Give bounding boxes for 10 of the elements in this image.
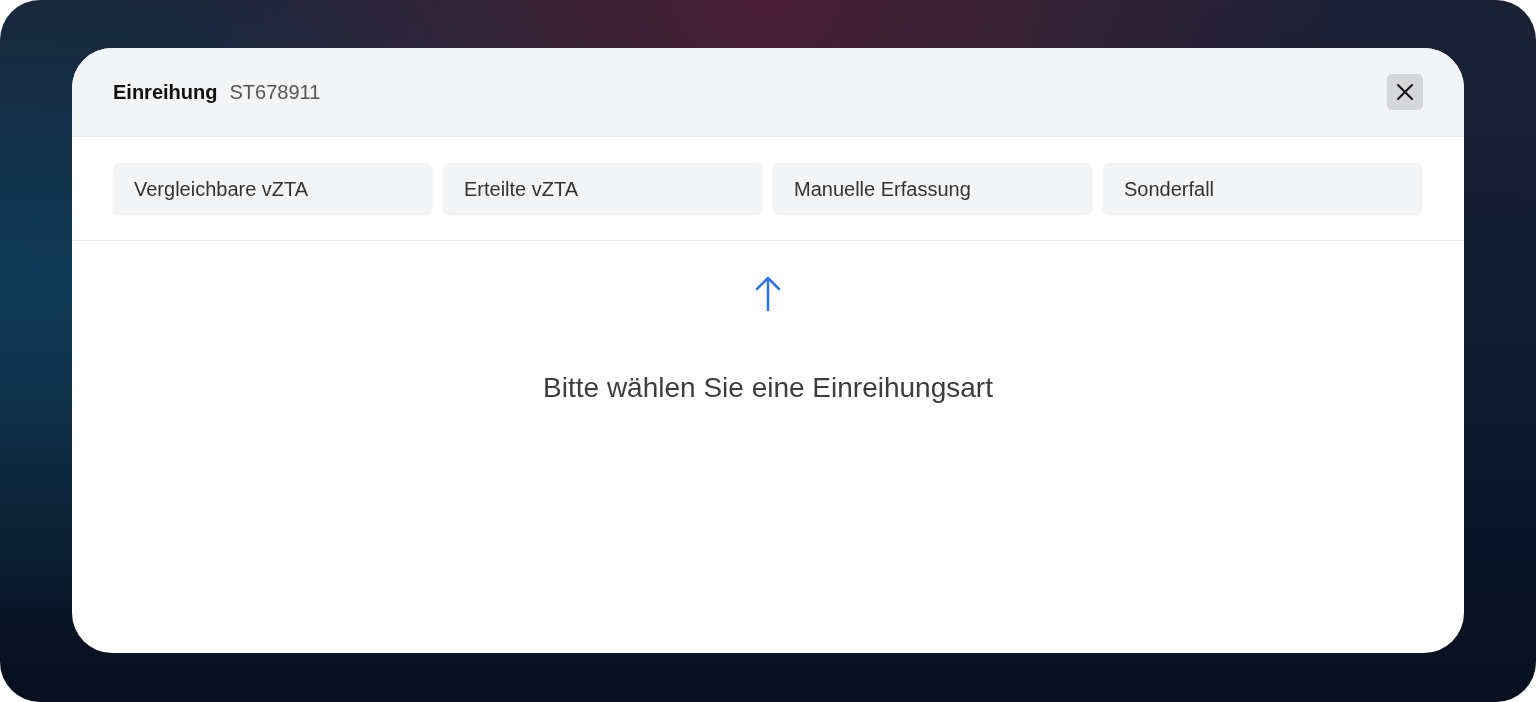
close-icon <box>1397 84 1413 100</box>
empty-state-message: Bitte wählen Sie eine Einreihungsart <box>543 371 993 405</box>
dialog-title: Einreihung <box>113 80 218 105</box>
reference-number: ST678911 <box>229 80 321 105</box>
arrow-up-icon <box>755 276 781 312</box>
tab[interactable]: Manuelle Erfassung <box>773 163 1092 214</box>
tab[interactable]: Sonderfall <box>1103 163 1422 214</box>
tab[interactable]: Erteilte vZTA <box>443 163 762 214</box>
tab[interactable]: Vergleichbare vZTA <box>113 163 432 214</box>
close-button[interactable] <box>1387 74 1423 110</box>
